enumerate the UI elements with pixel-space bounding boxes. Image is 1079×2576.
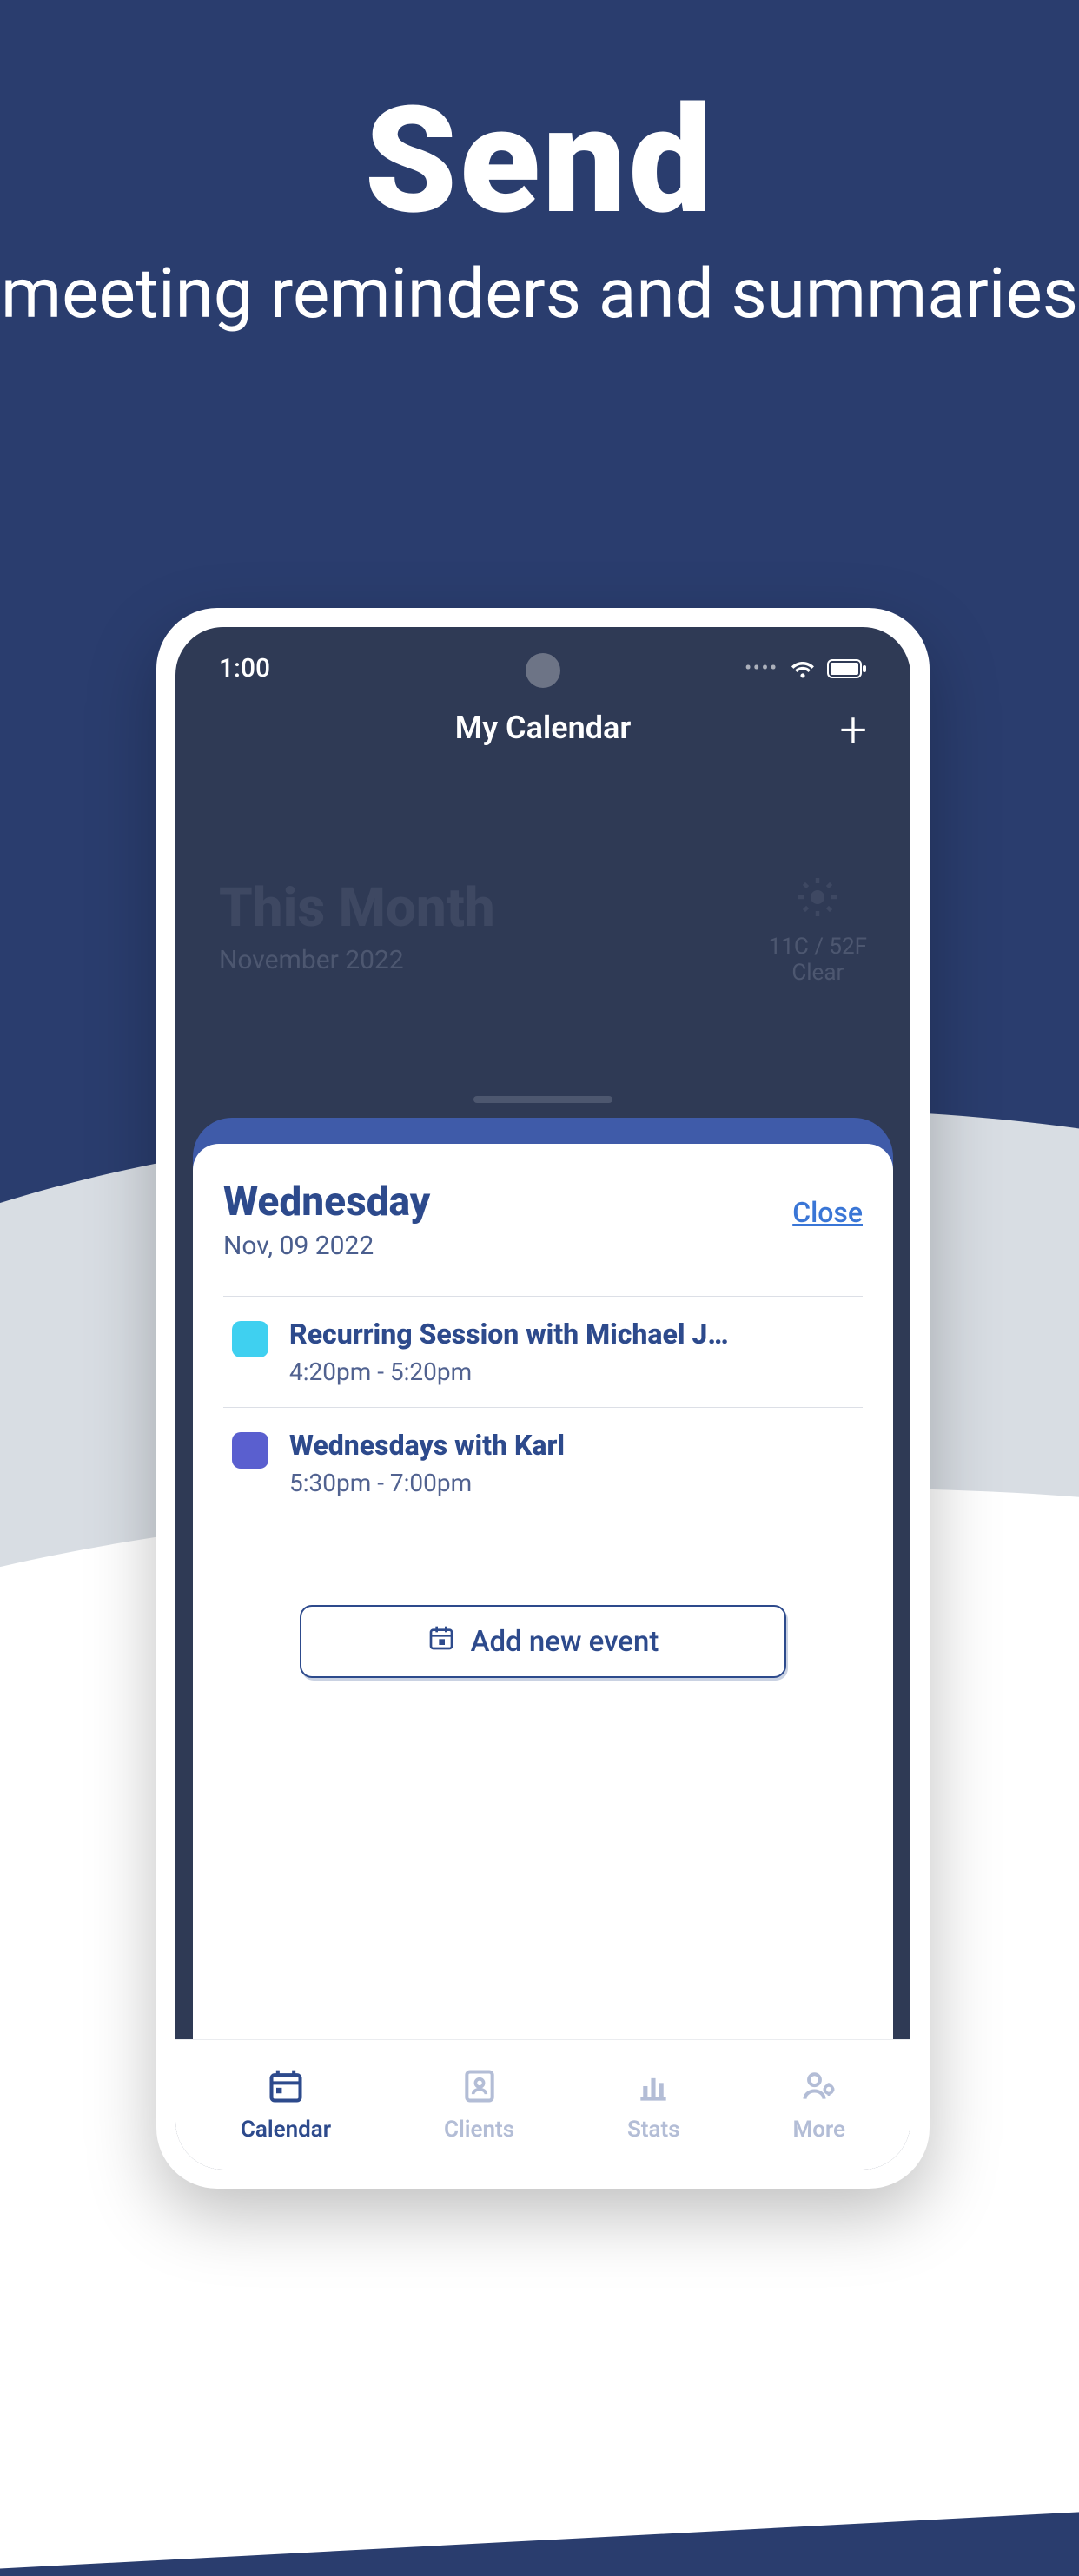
event-time: 4:20pm - 5:20pm bbox=[289, 1357, 729, 1386]
weather-desc: Clear bbox=[769, 960, 867, 986]
phone-frame: 1:00 •••• My Calendar + This Month Novem… bbox=[156, 608, 930, 2189]
tab-more[interactable]: More bbox=[792, 2067, 845, 2143]
weather-block: 11C / 52F Clear bbox=[769, 876, 867, 986]
add-button[interactable]: + bbox=[839, 701, 867, 758]
event-color-swatch bbox=[232, 1321, 268, 1357]
sheet-header: Wednesday Nov, 09 2022 Close bbox=[223, 1179, 863, 1261]
status-time: 1:00 bbox=[219, 653, 270, 684]
event-row[interactable]: Recurring Session with Michael J… 4:20pm… bbox=[223, 1296, 863, 1407]
more-icon bbox=[800, 2067, 838, 2111]
status-icons: •••• bbox=[745, 657, 867, 679]
phone-screen: 1:00 •••• My Calendar + This Month Novem… bbox=[175, 627, 910, 2170]
drag-handle[interactable] bbox=[473, 1096, 612, 1103]
tab-bar: Calendar Clients Stats More bbox=[175, 2039, 910, 2170]
tab-label: More bbox=[792, 2117, 845, 2143]
event-time: 5:30pm - 7:00pm bbox=[289, 1469, 565, 1497]
calendar-add-icon bbox=[427, 1624, 455, 1660]
bottom-sheet: Wednesday Nov, 09 2022 Close Recurring S… bbox=[193, 1118, 893, 2057]
app-header: My Calendar + bbox=[175, 692, 910, 772]
calendar-icon bbox=[267, 2067, 305, 2111]
add-event-button[interactable]: Add new event bbox=[300, 1605, 786, 1678]
sun-icon bbox=[769, 876, 867, 928]
event-row[interactable]: Wednesdays with Karl 5:30pm - 7:00pm bbox=[223, 1407, 863, 1518]
close-button[interactable]: Close bbox=[792, 1196, 863, 1229]
clients-icon bbox=[460, 2067, 499, 2111]
promo-headline: Send bbox=[0, 87, 1079, 234]
day-name: Wednesday bbox=[223, 1179, 430, 1225]
battery-icon bbox=[827, 659, 867, 678]
signal-icon: •••• bbox=[745, 657, 778, 679]
weather-temp: 11C / 52F bbox=[769, 934, 867, 960]
event-color-swatch bbox=[232, 1432, 268, 1469]
tab-stats[interactable]: Stats bbox=[627, 2067, 680, 2143]
month-title: This Month bbox=[219, 876, 495, 940]
add-event-label: Add new event bbox=[471, 1625, 659, 1659]
wifi-icon bbox=[791, 659, 815, 678]
promo-subline: meeting reminders and summaries bbox=[0, 252, 1079, 335]
camera-icon bbox=[526, 653, 560, 688]
page-title: My Calendar bbox=[455, 710, 632, 746]
tab-label: Stats bbox=[627, 2117, 680, 2143]
plus-icon: + bbox=[839, 701, 867, 758]
stats-icon bbox=[634, 2067, 672, 2111]
tab-calendar[interactable]: Calendar bbox=[241, 2067, 331, 2143]
tab-label: Calendar bbox=[241, 2117, 331, 2143]
event-title: Recurring Session with Michael J… bbox=[289, 1318, 729, 1351]
tab-label: Clients bbox=[444, 2117, 514, 2143]
month-subtitle: November 2022 bbox=[219, 945, 495, 975]
day-date: Nov, 09 2022 bbox=[223, 1231, 430, 1261]
month-block: This Month November 2022 11C / 52F Clear bbox=[175, 772, 910, 1003]
event-title: Wednesdays with Karl bbox=[289, 1429, 565, 1462]
promo-block: Send meeting reminders and summaries bbox=[0, 87, 1079, 335]
tab-clients[interactable]: Clients bbox=[444, 2067, 514, 2143]
